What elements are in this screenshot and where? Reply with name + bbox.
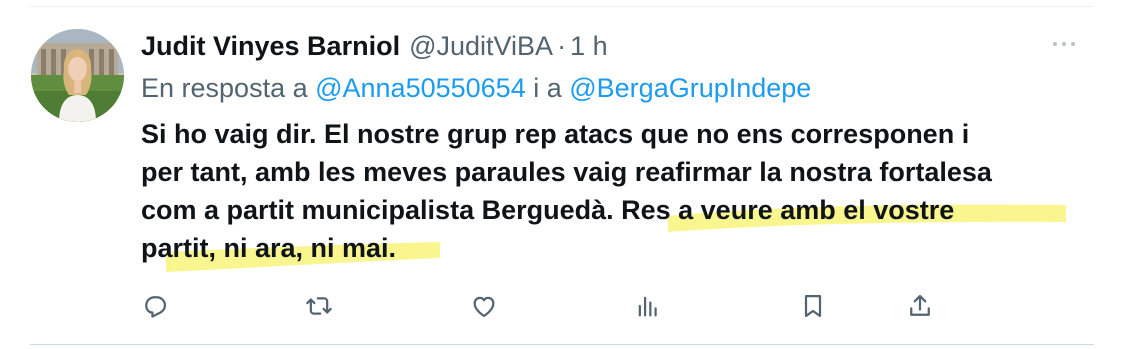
retweet-icon [306,297,332,315]
tweet-text-line: partit, ni ara, ni mai. [141,233,397,263]
retweet-button[interactable] [301,288,337,324]
tweet-header: Judit Vinyes Barniol @JuditViBA · 1 h [141,28,608,64]
more-options-icon[interactable] [1044,32,1084,56]
mention-link[interactable]: @Anna50550654 [315,73,526,103]
profile-photo [31,29,124,122]
author-handle[interactable]: @JuditViBA [409,28,553,64]
heart-icon [473,296,495,318]
views-button[interactable] [630,288,666,324]
views-icon [638,296,657,317]
avatar[interactable] [31,29,124,122]
bottom-divider [30,344,1094,345]
bookmark-button[interactable] [795,288,831,324]
like-button[interactable] [466,288,502,324]
tweet-text-line: per tant, amb les meves paraules vaig re… [141,157,992,187]
tweet-text-line: Si ho vaig dir. El nostre grup rep atacs… [141,119,970,149]
reply-context: En resposta a @Anna50550654 i a @BergaGr… [141,70,811,106]
tweet-screenshot: Judit Vinyes Barniol @JuditViBA · 1 h En… [0,0,1124,349]
tweet-text: Si ho vaig dir. El nostre grup rep atacs… [141,115,1101,267]
timestamp[interactable]: 1 h [570,28,608,64]
mention-link[interactable]: @BergaGrupIndepe [569,73,811,103]
tweet-text-line: com a partit municipalista Berguedà. Res… [141,195,955,225]
action-bar [141,288,941,324]
author-name[interactable]: Judit Vinyes Barniol [141,28,400,64]
share-button[interactable] [902,288,938,324]
reply-joiner: i a [525,73,570,103]
separator-dot: · [557,31,567,61]
bookmark-icon [804,294,822,318]
top-divider [30,6,1094,7]
share-icon [910,294,930,316]
reply-prefix: En resposta a [141,73,316,103]
reply-icon [145,296,167,318]
reply-button[interactable] [137,288,173,324]
